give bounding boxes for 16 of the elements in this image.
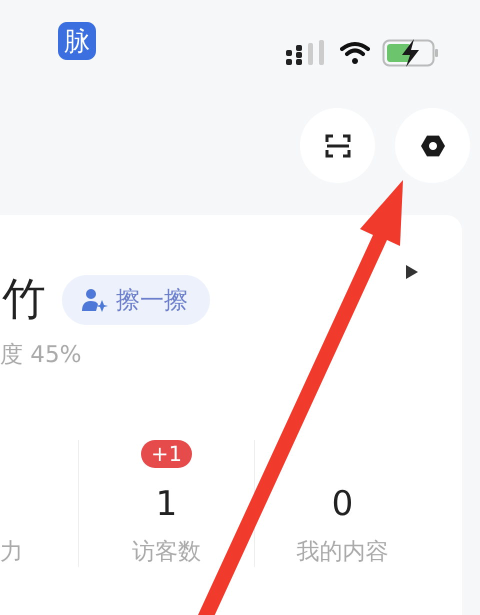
person-sparkle-icon (82, 288, 108, 312)
stat-label[interactable]: 力 (0, 536, 23, 567)
stat-value: 1 (156, 484, 178, 524)
completion-text: 度 45% (0, 341, 82, 370)
battery-charging-icon (382, 38, 440, 68)
play-icon[interactable] (406, 265, 418, 279)
app-icon: 脉 (58, 22, 96, 60)
wifi-icon (340, 41, 370, 65)
stat-value: 0 (332, 484, 354, 524)
stat-label[interactable]: 访客数 (132, 536, 201, 567)
scan-icon (324, 134, 350, 158)
stat-label[interactable]: 我的内容 (296, 536, 388, 567)
user-name: 竹 (2, 273, 46, 327)
settings-icon (420, 134, 444, 158)
wipe-button[interactable]: 擦一擦 (62, 275, 210, 325)
count-badge: +1 (141, 440, 192, 468)
